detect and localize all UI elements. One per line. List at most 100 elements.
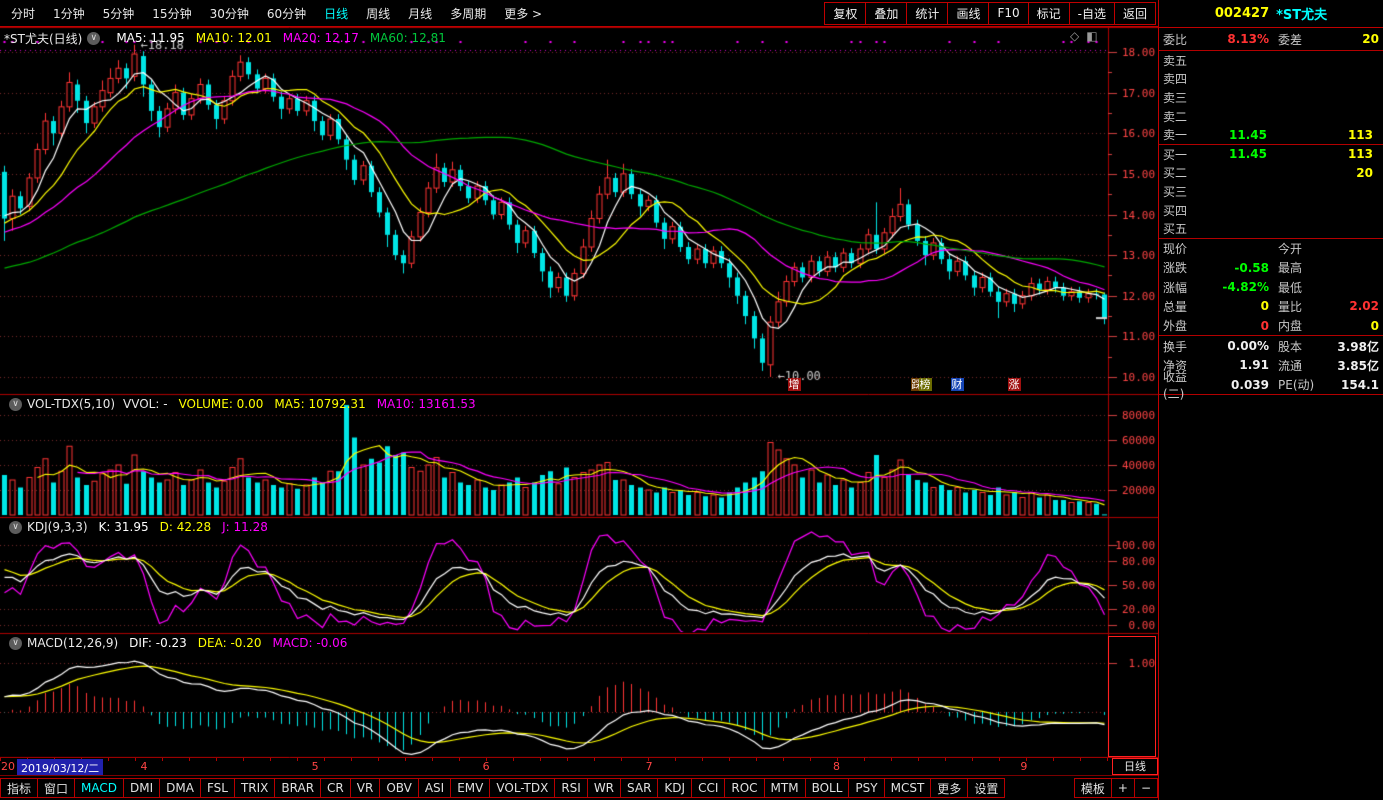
stat-value: 0.00% xyxy=(1207,339,1269,353)
period-tab[interactable]: 30分钟 xyxy=(201,5,258,22)
indicator-tab[interactable]: RSI xyxy=(554,778,588,798)
legend-value: J: 11.28 xyxy=(222,520,268,534)
stat-label: 股本 xyxy=(1278,338,1326,355)
period-tab[interactable]: 1分钟 xyxy=(44,5,94,22)
legend-value: MA20: 12.17 xyxy=(283,31,359,45)
ask-levels: 卖五卖四卖三卖二卖一11.45113 xyxy=(1159,51,1383,144)
level-qty: 113 xyxy=(1267,147,1379,161)
month-label: 7 xyxy=(646,760,653,773)
toolbar-button[interactable]: 标记 xyxy=(1028,2,1070,25)
indicator-tab[interactable]: TRIX xyxy=(234,778,275,798)
period-tab[interactable]: 60分钟 xyxy=(258,5,315,22)
indicator-tab[interactable]: DMI xyxy=(123,778,160,798)
stat-label: 涨跌 xyxy=(1163,259,1207,276)
toolbar-button[interactable]: 统计 xyxy=(906,2,948,25)
toolbar-button[interactable]: -自选 xyxy=(1069,2,1115,25)
level-qty: 113 xyxy=(1267,128,1379,142)
stat-value: 3.85亿 xyxy=(1326,357,1379,374)
period-tab[interactable]: 分时 xyxy=(2,5,44,22)
indicator-tab[interactable]: CCI xyxy=(691,778,725,798)
template-button[interactable]: 模板 xyxy=(1074,778,1112,798)
bid-row: 买五 xyxy=(1159,219,1383,238)
toolbar-button[interactable]: 画线 xyxy=(947,2,989,25)
collapse-kdj-icon[interactable]: ∨ xyxy=(9,521,22,534)
stock-name: *ST尤夫 xyxy=(1276,4,1327,23)
indicator-tab[interactable]: CR xyxy=(320,778,351,798)
indicator-tab[interactable]: 更多 xyxy=(930,778,968,798)
kdj-indicator-title: KDJ(9,3,3) xyxy=(27,520,88,534)
weibi-row: 委比 8.13% 委差 20 xyxy=(1159,28,1383,51)
bid-row: 买四 xyxy=(1159,201,1383,220)
indicator-tab[interactable]: OBV xyxy=(379,778,419,798)
macd-axis-highlight xyxy=(1108,636,1156,757)
indicator-tab[interactable]: BRAR xyxy=(274,778,321,798)
stat-label: 内盘 xyxy=(1278,317,1326,334)
toolbar-button[interactable]: 返回 xyxy=(1114,2,1156,25)
stat-row: 涨幅-4.82%最低 xyxy=(1159,278,1383,297)
volume-legend: VOLUME: 0.00MA5: 10792.31MA10: 13161.53 xyxy=(168,397,476,411)
level-label: 卖一 xyxy=(1163,126,1201,143)
level-label: 卖四 xyxy=(1163,70,1201,87)
legend-value: MA60: 12.81 xyxy=(370,31,446,45)
stat-value: 0 xyxy=(1207,319,1269,333)
level-price: 11.45 xyxy=(1201,147,1267,161)
collapse-macd-icon[interactable]: ∨ xyxy=(9,637,22,650)
indicator-tab[interactable]: MTM xyxy=(764,778,806,798)
indicator-tab[interactable]: WR xyxy=(587,778,621,798)
level-label: 卖二 xyxy=(1163,108,1201,125)
date-axis-prefix: 20 xyxy=(1,760,15,773)
macd-legend: DIF: -0.23DEA: -0.20MACD: -0.06 xyxy=(118,636,347,650)
period-tab[interactable]: 5分钟 xyxy=(94,5,144,22)
collapse-volume-icon[interactable]: ∨ xyxy=(9,398,22,411)
period-tab[interactable]: 周线 xyxy=(357,5,399,22)
month-label: 5 xyxy=(312,760,319,773)
period-tab[interactable]: 日线 xyxy=(315,5,357,22)
toolbar-button[interactable]: 叠加 xyxy=(865,2,907,25)
indicator-tab[interactable]: ROC xyxy=(724,778,764,798)
event-tag[interactable]: 榜 xyxy=(919,378,932,391)
stat-label: 流通 xyxy=(1278,357,1326,374)
period-tab[interactable]: 多周期 xyxy=(441,5,495,22)
indicator-tab[interactable]: EMV xyxy=(450,778,490,798)
template-controls: 模板 + − xyxy=(1075,778,1158,798)
indicator-tab[interactable]: 窗口 xyxy=(37,778,75,798)
pane-layout-icon[interactable]: ◧ xyxy=(1086,29,1097,43)
indicator-tab[interactable]: FSL xyxy=(200,778,235,798)
indicator-tab[interactable]: VOL-TDX xyxy=(489,778,555,798)
indicator-tab[interactable]: 设置 xyxy=(967,778,1005,798)
indicator-tab[interactable]: VR xyxy=(350,778,381,798)
event-tag[interactable]: 增 xyxy=(788,378,801,391)
event-tag[interactable]: 涨 xyxy=(1008,378,1021,391)
ask-row: 卖四 xyxy=(1159,70,1383,89)
toolbar-button[interactable]: F10 xyxy=(988,2,1028,25)
indicator-tab[interactable]: ASI xyxy=(418,778,451,798)
period-tab[interactable]: 更多 > xyxy=(495,5,551,22)
stat-row: 涨跌-0.58最高 xyxy=(1159,258,1383,277)
indicator-tab[interactable]: PSY xyxy=(848,778,884,798)
period-indicator: 日线 xyxy=(1112,758,1158,775)
stat-row: 换手0.00%股本3.98亿 xyxy=(1159,336,1383,355)
indicator-tab[interactable]: DMA xyxy=(159,778,201,798)
zoom-out-button[interactable]: − xyxy=(1134,778,1158,798)
toolbar-actions: 复权叠加统计画线F10标记-自选返回 xyxy=(825,2,1156,25)
ask-row: 卖五 xyxy=(1159,51,1383,70)
indicator-tab[interactable]: MCST xyxy=(884,778,932,798)
diamond-draw-icon[interactable]: ◇ xyxy=(1070,29,1079,43)
indicator-tab[interactable]: SAR xyxy=(620,778,658,798)
collapse-pane-icon[interactable]: ∨ xyxy=(87,32,100,45)
date-axis: 20 2019/03/12/二 456789 日线 xyxy=(0,758,1158,775)
indicator-tab[interactable]: BOLL xyxy=(805,778,850,798)
period-tab[interactable]: 15分钟 xyxy=(143,5,200,22)
indicator-tab[interactable]: 指标 xyxy=(0,778,38,798)
period-tab[interactable]: 月线 xyxy=(399,5,441,22)
level-label: 买一 xyxy=(1163,146,1201,163)
event-tag[interactable]: 财 xyxy=(951,378,964,391)
toolbar-button[interactable]: 复权 xyxy=(824,2,866,25)
zoom-in-button[interactable]: + xyxy=(1111,778,1135,798)
app-window: 分时1分钟5分钟15分钟30分钟60分钟日线周线月线多周期更多 > 复权叠加统计… xyxy=(0,0,1383,800)
indicator-tab[interactable]: KDJ xyxy=(657,778,692,798)
indicator-tab[interactable]: MACD xyxy=(74,778,124,798)
month-label: 6 xyxy=(483,760,490,773)
quote-panel: 002427 *ST尤夫 委比 8.13% 委差 20 卖五卖四卖三卖二卖一11… xyxy=(1158,0,1383,800)
legend-value: MA10: 13161.53 xyxy=(377,397,476,411)
